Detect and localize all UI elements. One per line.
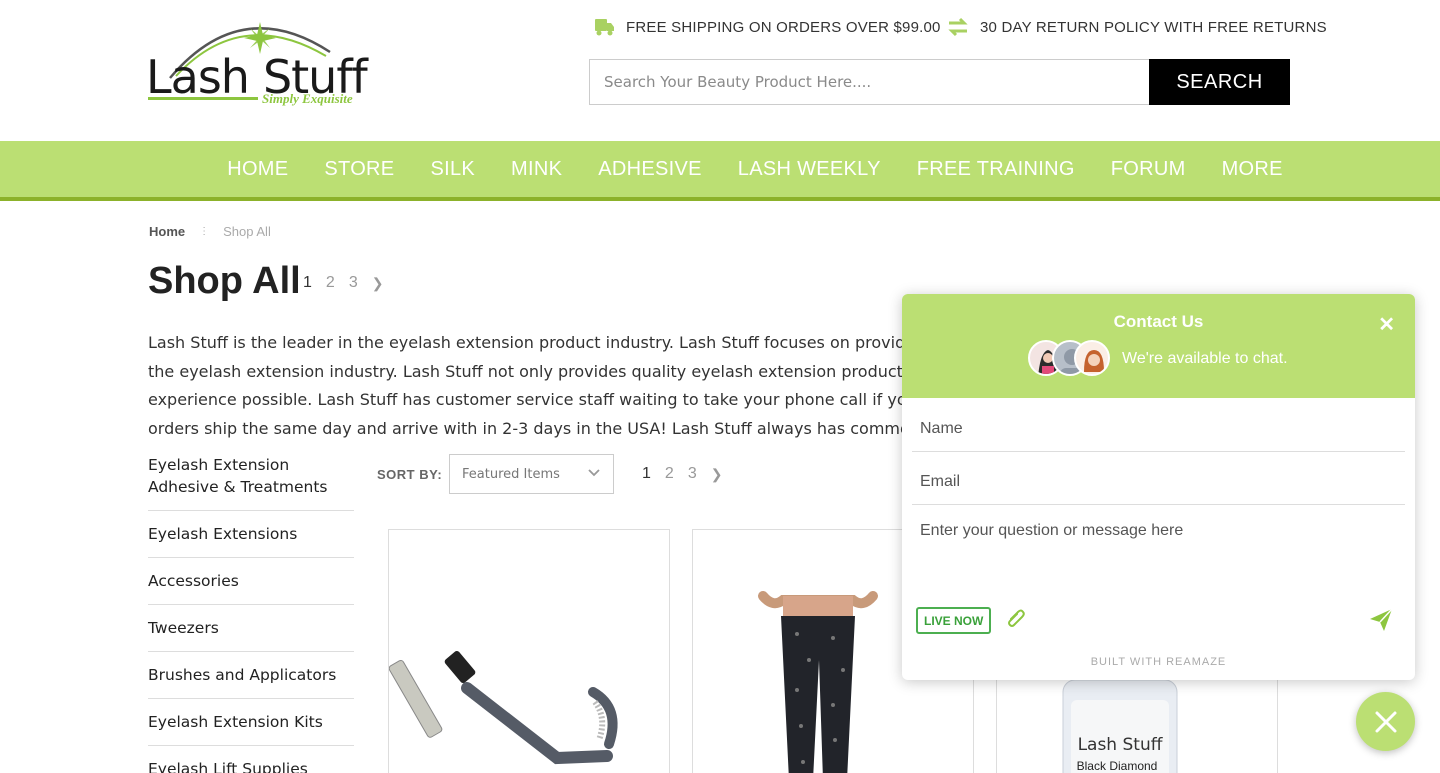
- chevron-down-icon: [587, 467, 601, 482]
- logo-tagline: Simply Exquisite: [262, 91, 353, 106]
- sidebar-item-tweezers[interactable]: Tweezers: [148, 605, 354, 652]
- chat-email-placeholder: Email: [920, 472, 961, 490]
- nav-item-adhesive[interactable]: ADHESIVE: [598, 158, 702, 181]
- nav-item-free-training[interactable]: FREE TRAINING: [917, 158, 1075, 181]
- bottle-product-label: Black Diamond: [1077, 759, 1158, 773]
- sidebar-item-eyelash-extensions[interactable]: Eyelash Extensions: [148, 511, 354, 558]
- main-navigation: HOME STORE SILK MINK ADHESIVE LASH WEEKL…: [0, 141, 1440, 201]
- nav-item-mink[interactable]: MINK: [511, 158, 562, 181]
- chat-footer[interactable]: BUILT WITH REAMAZE: [902, 656, 1415, 668]
- search-input[interactable]: [589, 59, 1149, 105]
- nav-item-home[interactable]: HOME: [227, 158, 288, 181]
- sort-by-label: SORT BY:: [377, 467, 443, 482]
- page-link-1[interactable]: 1: [303, 274, 312, 292]
- nav-item-silk[interactable]: SILK: [430, 158, 475, 181]
- sidebar-item-lift-supplies[interactable]: Eyelash Lift Supplies: [148, 746, 354, 773]
- search-button[interactable]: SEARCH: [1149, 59, 1290, 105]
- chat-availability: We're available to chat.: [1122, 350, 1288, 367]
- sort-select[interactable]: Featured Items: [449, 454, 614, 494]
- avatar: [1074, 340, 1110, 376]
- description-line: experience possible. Lash Stuff has cust…: [148, 390, 908, 410]
- chat-email-field[interactable]: Email: [912, 459, 1405, 505]
- chat-header: Contact Us ✕ We're available to chat.: [902, 294, 1415, 398]
- page-link-3[interactable]: 3: [688, 465, 697, 483]
- close-icon[interactable]: ✕: [1378, 312, 1395, 337]
- chat-name-field[interactable]: Name: [912, 406, 1405, 452]
- page-title: Shop All: [148, 260, 301, 302]
- breadcrumb-home-link[interactable]: Home: [149, 224, 185, 239]
- page-link-2[interactable]: 2: [326, 274, 335, 292]
- agent-avatars: [1028, 340, 1112, 376]
- contact-chat-widget: Contact Us ✕ We're available to chat. Na…: [902, 294, 1415, 680]
- category-sidebar: Eyelash Extension Adhesive & Treatments …: [148, 452, 354, 773]
- exchange-arrows-icon: [946, 16, 970, 38]
- return-policy-text: 30 DAY RETURN POLICY WITH FREE RETURNS: [980, 18, 1327, 36]
- search-bar: SEARCH: [589, 59, 1290, 105]
- return-policy-promo: 30 DAY RETURN POLICY WITH FREE RETURNS: [946, 16, 1327, 38]
- nav-item-store[interactable]: STORE: [324, 158, 394, 181]
- lash-stuff-logo[interactable]: Lash Stuff Simply Exquisite: [146, 14, 372, 110]
- page-link-3[interactable]: 3: [349, 274, 358, 292]
- pagination-products: 1 2 3 ❯: [642, 465, 736, 483]
- chevron-right-icon[interactable]: ❯: [711, 466, 723, 483]
- product-card[interactable]: [388, 529, 670, 773]
- site-header: Lash Stuff Simply Exquisite FREE SHIPPING…: [0, 0, 1440, 141]
- free-shipping-promo: FREE SHIPPING ON ORDERS OVER $99.00: [594, 16, 941, 38]
- free-shipping-text: FREE SHIPPING ON ORDERS OVER $99.00: [626, 18, 941, 36]
- paperclip-icon[interactable]: [1004, 607, 1028, 636]
- sidebar-item-adhesive-treatments[interactable]: Eyelash Extension Adhesive & Treatments: [148, 452, 354, 511]
- chevron-right-icon[interactable]: ❯: [372, 275, 384, 292]
- page-link-1[interactable]: 1: [642, 465, 651, 483]
- sidebar-item-accessories[interactable]: Accessories: [148, 558, 354, 605]
- description-line: Lash Stuff is the leader in the eyelash …: [148, 333, 908, 352]
- mascara-wand-image: [389, 650, 618, 765]
- chat-message-field[interactable]: Enter your question or message here: [912, 514, 1405, 584]
- sidebar-item-brushes-applicators[interactable]: Brushes and Applicators: [148, 652, 354, 699]
- bottle-brand-label: Lash Stuff: [1078, 735, 1164, 755]
- chat-title: Contact Us: [1113, 312, 1204, 331]
- pagination-top: 1 2 3 ❯: [303, 274, 397, 292]
- nav-item-more[interactable]: MORE: [1222, 158, 1283, 181]
- live-now-badge: LIVE NOW: [916, 607, 992, 634]
- breadcrumb-current: Shop All: [223, 224, 271, 239]
- chat-toggle-button[interactable]: [1356, 692, 1415, 751]
- breadcrumb: Home ⋮ Shop All: [149, 224, 271, 239]
- page-link-2[interactable]: 2: [665, 465, 674, 483]
- chat-message-placeholder: Enter your question or message here: [920, 522, 1184, 539]
- description-line: orders ship the same day and arrive with…: [148, 419, 908, 439]
- breadcrumb-separator-icon: ⋮: [199, 226, 210, 237]
- truck-icon: [594, 16, 616, 38]
- sort-selected-value: Featured Items: [462, 466, 560, 482]
- close-icon: [1375, 711, 1396, 732]
- category-description: Lash Stuff is the leader in the eyelash …: [148, 329, 908, 445]
- description-line: the eyelash extension industry. Lash Stu…: [148, 361, 908, 381]
- nav-item-lash-weekly[interactable]: LASH WEEKLY: [738, 158, 881, 181]
- send-icon[interactable]: [1368, 607, 1394, 638]
- chat-name-placeholder: Name: [920, 419, 963, 437]
- sidebar-item-extension-kits[interactable]: Eyelash Extension Kits: [148, 699, 354, 746]
- nav-item-forum[interactable]: FORUM: [1111, 158, 1186, 181]
